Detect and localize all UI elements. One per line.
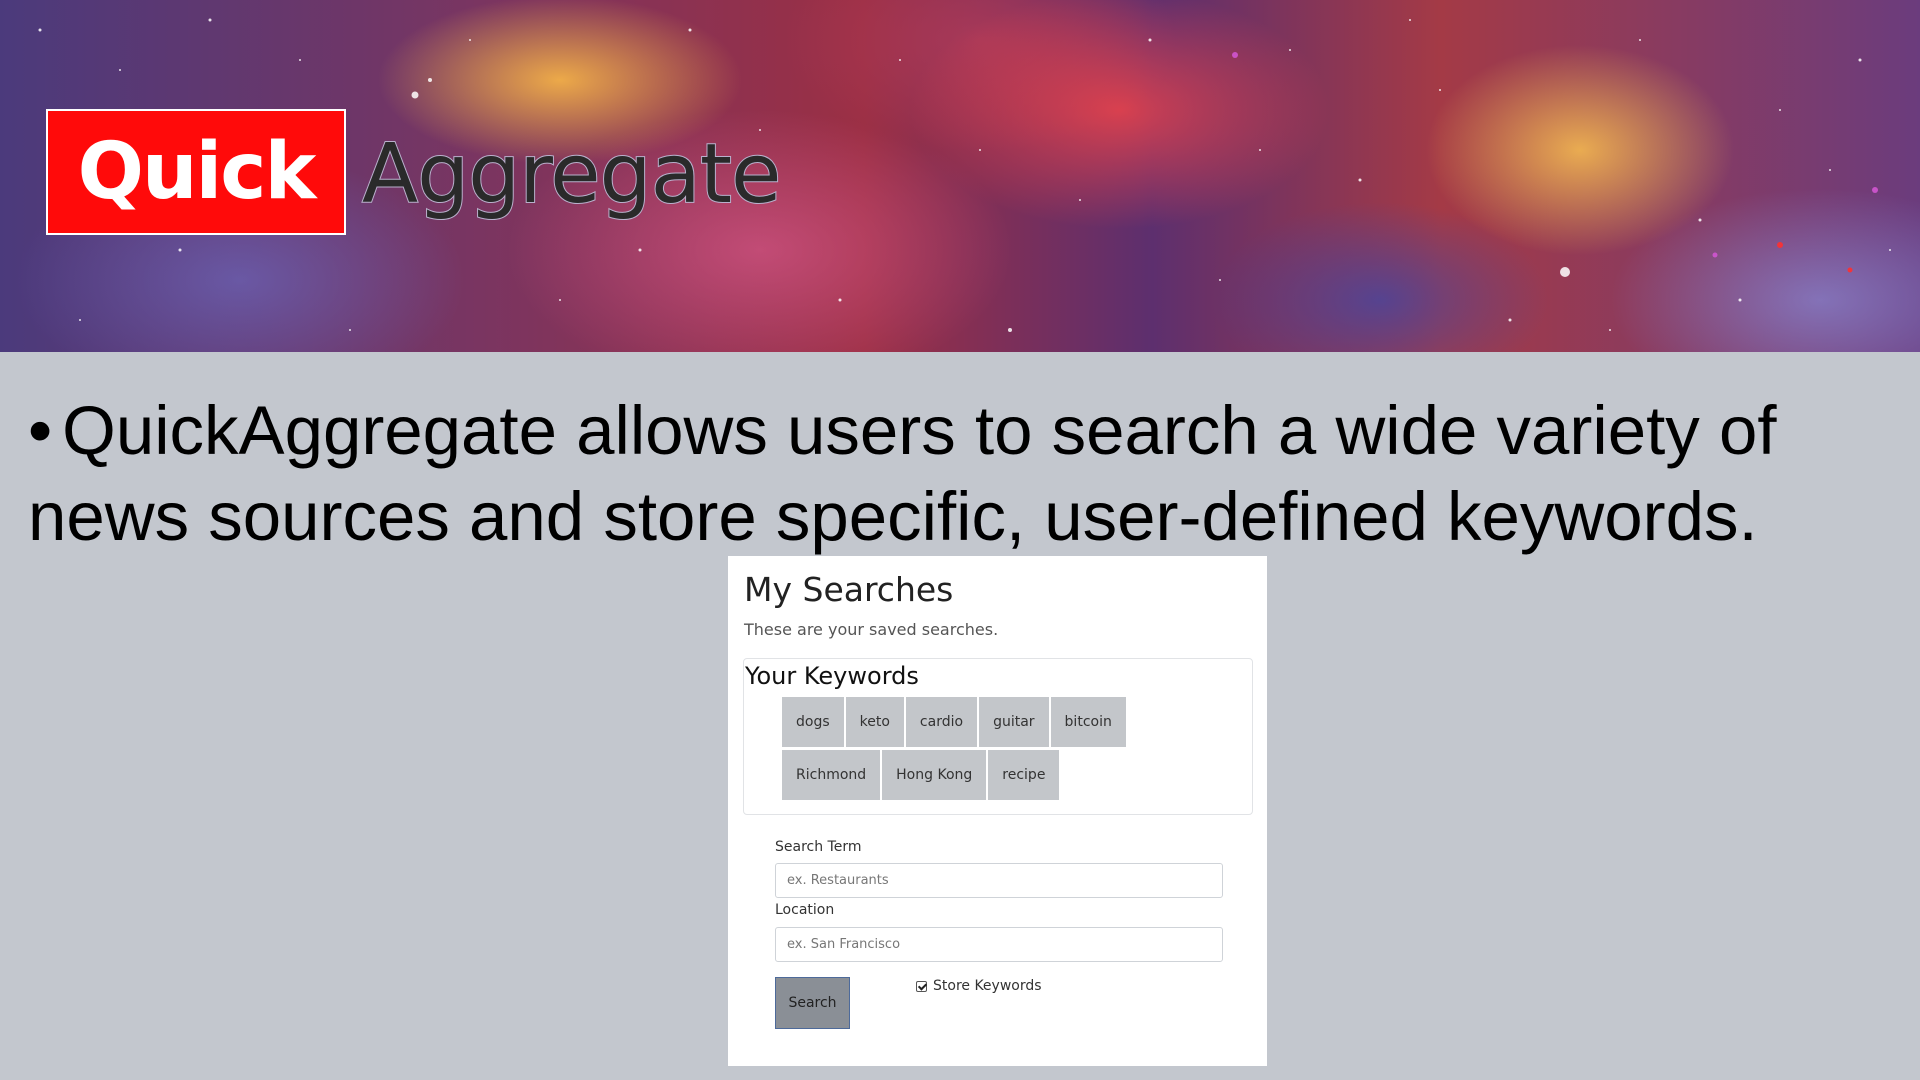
location-label: Location [775, 902, 835, 918]
keyword-button[interactable]: guitar [979, 697, 1049, 747]
location-input[interactable] [775, 927, 1223, 962]
keywords-card: Your Keywords dogs keto cardio guitar bi… [743, 658, 1253, 815]
keyword-button[interactable]: recipe [988, 750, 1060, 800]
bullet-marker: • [28, 392, 53, 469]
logo-aggregate-text: Aggregate [361, 126, 782, 223]
slide-bullet-text: QuickAggregate allows users to search a … [28, 392, 1777, 555]
store-keywords-label: Store Keywords [933, 978, 1042, 994]
store-keywords-checkbox[interactable] [916, 980, 927, 992]
keyword-button[interactable]: Richmond [782, 750, 881, 800]
keyword-button[interactable]: cardio [905, 697, 978, 747]
keyword-button[interactable]: dogs [782, 697, 844, 747]
search-button[interactable]: Search [775, 977, 850, 1029]
search-term-label: Search Term [775, 839, 862, 855]
page-subtitle: These are your saved searches. [744, 620, 999, 639]
logo-quick-block: Quick [46, 109, 346, 235]
search-term-input[interactable] [775, 863, 1223, 898]
header-banner: Quick Aggregate [0, 0, 1920, 352]
keyword-button[interactable]: bitcoin [1050, 697, 1126, 747]
keyword-list: dogs keto cardio guitar bitcoin Richmond… [782, 697, 1222, 800]
store-keywords-option[interactable]: Store Keywords [916, 978, 1042, 994]
keywords-title: Your Keywords [745, 662, 919, 690]
slide-bullet-paragraph: • QuickAggregate allows users to search a… [28, 388, 1808, 560]
keyword-button[interactable]: keto [845, 697, 904, 747]
page-title: My Searches [744, 570, 954, 609]
my-searches-panel: My Searches These are your saved searche… [728, 556, 1267, 1066]
keyword-button[interactable]: Hong Kong [882, 750, 987, 800]
